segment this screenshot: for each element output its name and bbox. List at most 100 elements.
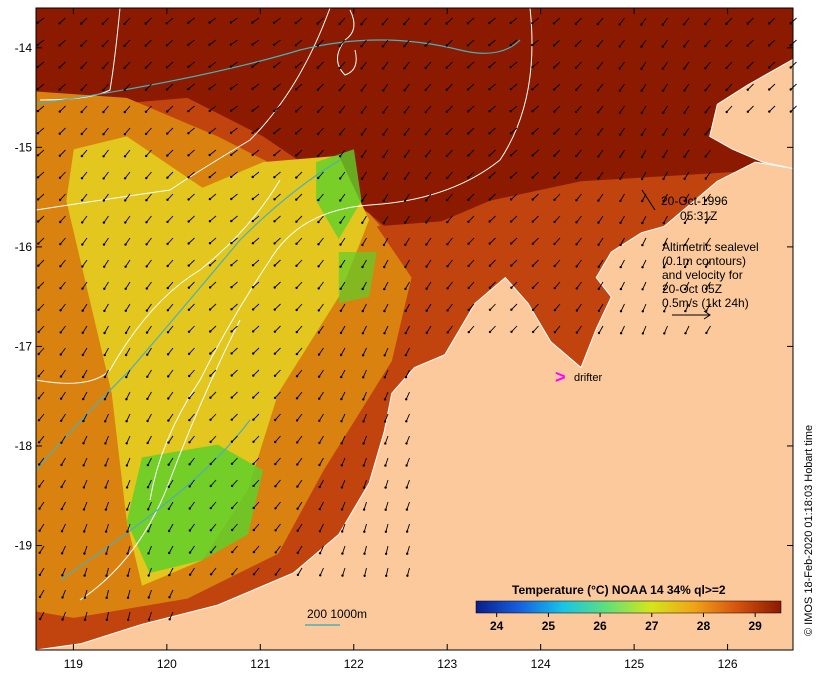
velocity-arrow-head — [82, 442, 85, 445]
velocity-arrow-head — [126, 530, 129, 533]
velocity-arrow-head — [467, 330, 470, 334]
velocity-arrow-head — [575, 154, 578, 158]
velocity-arrow-head — [166, 309, 170, 312]
velocity-arrow-head — [166, 220, 169, 224]
drifter-symbol: > — [555, 367, 566, 387]
sst-map: 20-Oct-1996 05:31Z Altimetric sealevel (… — [15, 7, 815, 671]
velocity-arrow-head — [619, 155, 622, 158]
velocity-arrow-head — [58, 154, 62, 157]
velocity-arrow-head — [145, 243, 148, 246]
velocity-arrow-head — [147, 618, 151, 621]
velocity-arrow-head — [82, 464, 85, 467]
velocity-arrow-head — [104, 508, 108, 511]
velocity-arrow-head — [187, 286, 191, 289]
velocity-arrow-head — [361, 287, 364, 291]
velocity-arrow-head — [188, 573, 192, 576]
velocity-arrow-head — [82, 419, 85, 423]
velocity-arrow-head — [405, 464, 408, 467]
velocity-arrow-head — [361, 221, 364, 224]
velocity-arrow-head — [662, 177, 665, 181]
velocity-arrow-head — [403, 67, 406, 70]
velocity-arrow-head — [60, 441, 63, 444]
velocity-arrow-head — [575, 331, 579, 334]
velocity-arrow-head — [663, 332, 666, 335]
velocity-arrow-head — [273, 153, 276, 157]
velocity-arrow-head — [188, 507, 191, 510]
velocity-arrow-head — [103, 398, 107, 401]
velocity-arrow-head — [252, 573, 256, 576]
velocity-arrow-head — [382, 177, 385, 180]
velocity-arrow-head — [553, 176, 556, 179]
velocity-arrow-head — [661, 67, 665, 70]
velocity-arrow-head — [209, 529, 213, 532]
velocity-arrow-head — [597, 309, 601, 313]
velocity-arrow-head — [147, 596, 150, 599]
velocity-arrow-head — [231, 573, 234, 576]
velocity-arrow-head — [404, 309, 407, 313]
velocity-arrow-head — [317, 220, 320, 224]
velocity-arrow-head — [58, 132, 61, 135]
velocity-arrow-head — [662, 155, 665, 159]
velocity-arrow-head — [124, 243, 127, 246]
velocity-arrow-head — [338, 22, 341, 26]
velocity-arrow-head — [318, 419, 321, 422]
velocity-arrow-head — [252, 418, 255, 421]
colorbar-tick-label: 25 — [542, 619, 556, 633]
velocity-arrow-head — [488, 21, 491, 25]
velocity-arrow-head — [789, 88, 792, 91]
velocity-arrow-head — [61, 596, 64, 599]
velocity-arrow-head — [188, 374, 191, 378]
x-tick-label: 121 — [250, 657, 270, 671]
date-label-line1: 20-Oct-1996 — [661, 194, 728, 208]
velocity-arrow-head — [360, 111, 363, 114]
velocity-arrow-head — [252, 352, 255, 355]
velocity-arrow-head — [553, 88, 556, 91]
velocity-arrow-head — [339, 177, 342, 180]
velocity-arrow-head — [188, 529, 192, 532]
velocity-arrow-head — [661, 45, 665, 48]
velocity-arrow-head — [123, 177, 127, 180]
velocity-arrow-head — [124, 221, 127, 224]
velocity-arrow-head — [488, 88, 491, 91]
velocity-arrow-head — [166, 154, 169, 157]
velocity-arrow-head — [252, 550, 256, 554]
x-tick-label: 126 — [718, 657, 738, 671]
velocity-arrow-head — [295, 330, 298, 334]
velocity-arrow-head — [575, 132, 578, 136]
velocity-arrow-head — [360, 23, 363, 26]
velocity-arrow-head — [553, 264, 556, 268]
velocity-arrow-head — [425, 309, 428, 312]
altimetry-note-line3: and velocity for — [662, 268, 743, 282]
velocity-arrow-head — [467, 264, 470, 268]
velocity-arrow-head — [403, 199, 407, 202]
velocity-arrow-head — [296, 551, 299, 554]
velocity-arrow-head — [662, 111, 665, 115]
velocity-arrow-head — [531, 88, 534, 91]
velocity-arrow-head — [230, 308, 233, 311]
velocity-arrow-head — [338, 133, 342, 136]
velocity-arrow-head — [467, 176, 470, 179]
velocity-arrow-head — [618, 89, 622, 92]
velocity-arrow-head — [445, 66, 448, 69]
velocity-arrow-head — [60, 507, 63, 511]
velocity-arrow-head — [295, 375, 299, 378]
velocity-arrow-head — [509, 176, 513, 179]
altimetry-note-line4: 20-Oct 05Z — [662, 282, 722, 296]
velocity-arrow-head — [80, 177, 84, 180]
velocity-arrow-head — [704, 22, 707, 26]
velocity-arrow-head — [382, 67, 385, 70]
velocity-arrow-head — [296, 529, 299, 532]
velocity-arrow-head — [683, 133, 686, 136]
velocity-arrow-head — [446, 265, 449, 268]
velocity-arrow-head — [295, 220, 298, 223]
velocity-arrow-head — [361, 243, 364, 247]
velocity-arrow-head — [230, 286, 233, 289]
velocity-arrow-head — [81, 309, 84, 312]
velocity-arrow-head — [251, 197, 254, 201]
velocity-arrow-head — [597, 199, 600, 202]
velocity-arrow-head — [273, 109, 276, 113]
velocity-arrow-head — [125, 464, 129, 467]
velocity-arrow-head — [273, 286, 276, 289]
velocity-arrow-head — [252, 528, 255, 532]
velocity-arrow-head — [360, 155, 364, 158]
